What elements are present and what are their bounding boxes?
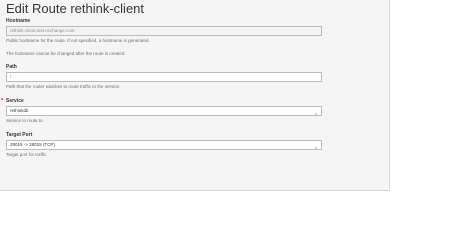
target-port-label: Target Port — [6, 132, 33, 138]
edit-route-panel: Edit Route rethink-client Hostname rethi… — [0, 0, 390, 191]
service-help: Service to route to. — [6, 118, 44, 123]
target-port-help: Target port for traffic. — [6, 152, 48, 157]
service-selected-value: rethinkdb — [10, 108, 29, 113]
path-input[interactable]: / — [6, 72, 322, 82]
chevron-down-icon: ⌃ — [313, 109, 318, 115]
path-label: Path — [6, 64, 17, 70]
service-label: Service — [6, 98, 24, 104]
hostname-value: rethink-client.test.exchange.com — [10, 28, 75, 33]
hostname-readonly-note: The hostname cannot be changed after the… — [6, 51, 126, 56]
target-port-select[interactable]: 28015 -> 28015 (TCP) ⌃ — [6, 140, 322, 150]
path-help: Path that the router watches to route tr… — [6, 84, 121, 89]
hostname-field: rethink-client.test.exchange.com — [6, 26, 322, 36]
target-port-selected-value: 28015 -> 28015 (TCP) — [10, 142, 55, 147]
path-value: / — [10, 74, 12, 79]
hostname-help: Public hostname for the route. If not sp… — [6, 38, 150, 43]
hostname-label: Hostname — [6, 18, 31, 24]
chevron-down-icon: ⌃ — [313, 143, 318, 149]
page-title: Edit Route rethink-client — [6, 1, 145, 16]
service-select[interactable]: rethinkdb ⌃ — [6, 106, 322, 116]
required-marker: * — [1, 98, 3, 104]
